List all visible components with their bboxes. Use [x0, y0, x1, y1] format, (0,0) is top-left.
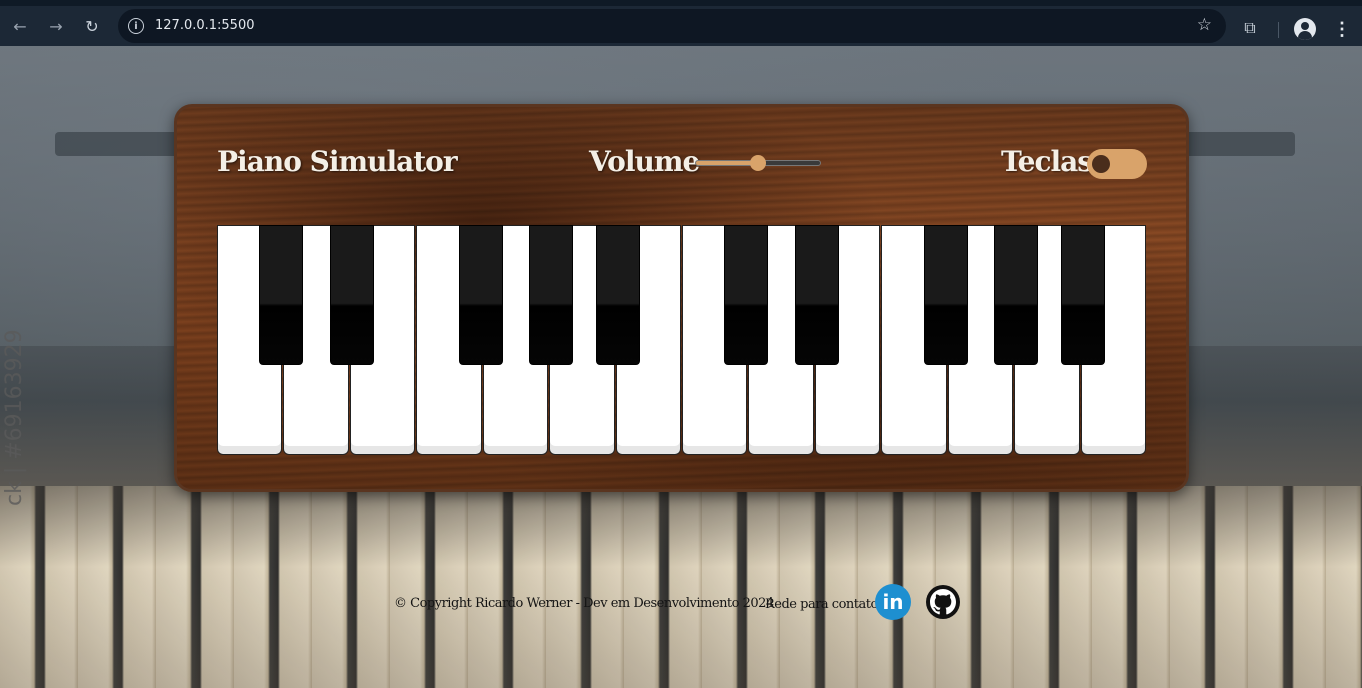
keys-toggle[interactable]	[1087, 149, 1147, 179]
black-key[interactable]	[329, 225, 374, 365]
profile-icon[interactable]	[1294, 18, 1316, 40]
black-key[interactable]	[529, 225, 574, 365]
footer-contacts-label: Rede para contatos	[765, 597, 884, 612]
piano-keyboard	[217, 225, 1147, 455]
black-key[interactable]	[724, 225, 769, 365]
more-menu-icon[interactable]: ⋮	[1332, 18, 1352, 40]
background-old-piano-keys	[0, 486, 1362, 688]
page-background: ck | #69163929 Piano Simulator Volume Te…	[0, 46, 1362, 688]
black-key[interactable]	[259, 225, 304, 365]
site-info-icon[interactable]: i	[128, 18, 144, 34]
back-arrow-icon[interactable]: ←	[6, 12, 34, 40]
volume-slider-fill	[696, 161, 758, 165]
browser-toolbar: ← → ↻ i 127.0.0.1:5500 ☆ ⧉ ⋮	[0, 6, 1362, 46]
volume-slider[interactable]	[695, 155, 821, 171]
url-text[interactable]: 127.0.0.1:5500	[155, 18, 255, 33]
black-key[interactable]	[994, 225, 1039, 365]
volume-slider-thumb[interactable]	[750, 155, 766, 171]
toolbar-divider	[1278, 22, 1279, 38]
black-key[interactable]	[595, 225, 640, 365]
forward-arrow-icon[interactable]: →	[42, 12, 70, 40]
github-logo-svg	[930, 589, 956, 615]
black-key[interactable]	[923, 225, 968, 365]
piano-board: Piano Simulator Volume Teclas	[174, 104, 1189, 492]
keys-label: Teclas	[1001, 145, 1093, 178]
linkedin-icon[interactable]: in	[875, 584, 911, 620]
black-key[interactable]	[1060, 225, 1105, 365]
extensions-icon[interactable]: ⧉	[1240, 18, 1260, 38]
reload-icon[interactable]: ↻	[78, 12, 106, 40]
footer-copyright: © Copyright Ricardo Werner - Dev em Dese…	[394, 596, 774, 611]
volume-label: Volume	[589, 145, 700, 178]
address-bar[interactable]: i 127.0.0.1:5500 ☆	[118, 9, 1226, 43]
black-key[interactable]	[458, 225, 503, 365]
black-key[interactable]	[794, 225, 839, 365]
page-title: Piano Simulator	[217, 145, 458, 178]
github-icon[interactable]	[926, 585, 960, 619]
stock-watermark: ck | #69163929	[2, 329, 27, 506]
bookmark-star-icon[interactable]: ☆	[1197, 15, 1212, 35]
keys-toggle-knob	[1092, 155, 1110, 173]
